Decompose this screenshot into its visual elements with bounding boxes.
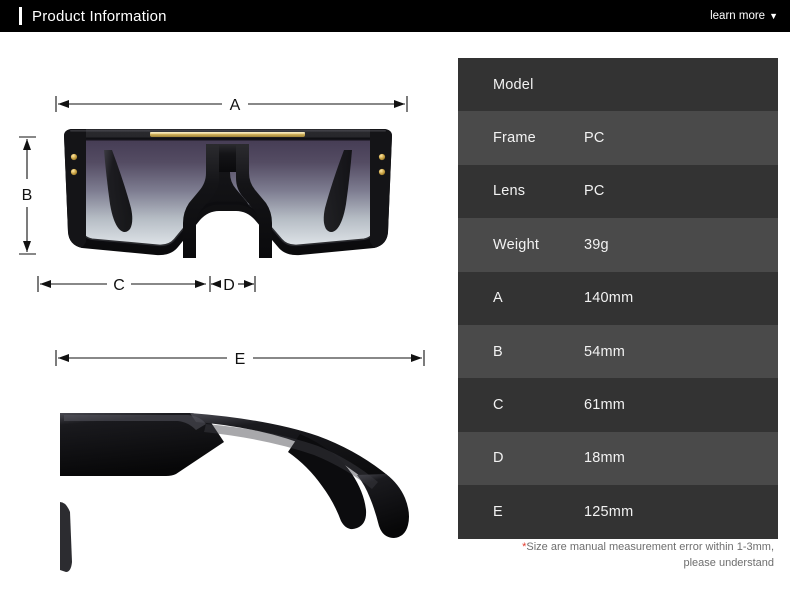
header-accent-bar	[19, 7, 22, 25]
spec-table-panel: Model Frame PC Lens PC Weight 39g A 140m…	[458, 58, 778, 539]
product-diagram-svg: A B C D E	[19, 96, 425, 572]
spec-value: 54mm	[584, 343, 626, 360]
rivet-icon	[378, 153, 386, 161]
table-row: Frame PC	[458, 111, 778, 165]
spec-value: 18mm	[584, 450, 626, 467]
disclaimer-line-1: Size are manual measurement error within…	[526, 541, 774, 553]
spec-value: 140mm	[584, 290, 634, 307]
sunglasses-side-view	[60, 413, 409, 572]
product-diagram-panel: A B C D E	[0, 32, 455, 599]
table-row: D 18mm	[458, 431, 778, 486]
table-row: Lens PC	[458, 164, 778, 219]
measurement-disclaimer: *Size are manual measurement error withi…	[458, 540, 778, 572]
table-row: Weight 39g	[458, 218, 778, 272]
dimension-label-a: A	[230, 97, 241, 114]
spec-label: B	[493, 343, 503, 360]
spec-label: C	[493, 397, 504, 414]
product-information-page: Product Information learn more ▼ A B C D…	[0, 0, 790, 599]
learn-more-button[interactable]: learn more ▼	[710, 10, 778, 22]
spec-value	[584, 58, 778, 111]
learn-more-label: learn more	[710, 10, 766, 22]
spec-table: Model Frame PC Lens PC Weight 39g A 140m…	[458, 58, 778, 539]
dimension-label-b: B	[22, 187, 33, 204]
table-row: Model	[458, 58, 778, 112]
dimension-label-c: C	[113, 277, 125, 294]
page-title: Product Information	[32, 7, 167, 25]
spec-value: PC	[584, 183, 605, 200]
dimension-label-e: E	[235, 351, 246, 368]
spec-label: Model	[493, 76, 534, 93]
rivet-icon	[378, 168, 386, 176]
table-row: C 61mm	[458, 378, 778, 432]
sunglasses-front-view	[64, 129, 392, 258]
spec-label: Weight	[493, 236, 540, 253]
table-row: A 140mm	[458, 271, 778, 325]
spec-value: 125mm	[584, 503, 634, 520]
rivet-icon	[70, 153, 78, 161]
spec-label: A	[493, 290, 503, 307]
spec-value: 39g	[584, 236, 609, 253]
disclaimer-line-2: please understand	[683, 556, 774, 569]
dimension-label-d: D	[223, 277, 235, 294]
rivet-icon	[70, 168, 78, 176]
page-header: Product Information learn more ▼	[0, 0, 790, 32]
table-row: E 125mm	[458, 485, 778, 539]
spec-label: Lens	[493, 183, 526, 200]
spec-label: E	[493, 503, 503, 520]
spec-label: Frame	[493, 130, 536, 147]
spec-value: 61mm	[584, 397, 626, 414]
chevron-down-icon: ▼	[769, 10, 778, 21]
spec-label: D	[493, 450, 504, 467]
table-row: B 54mm	[458, 324, 778, 379]
spec-value: PC	[584, 130, 605, 147]
